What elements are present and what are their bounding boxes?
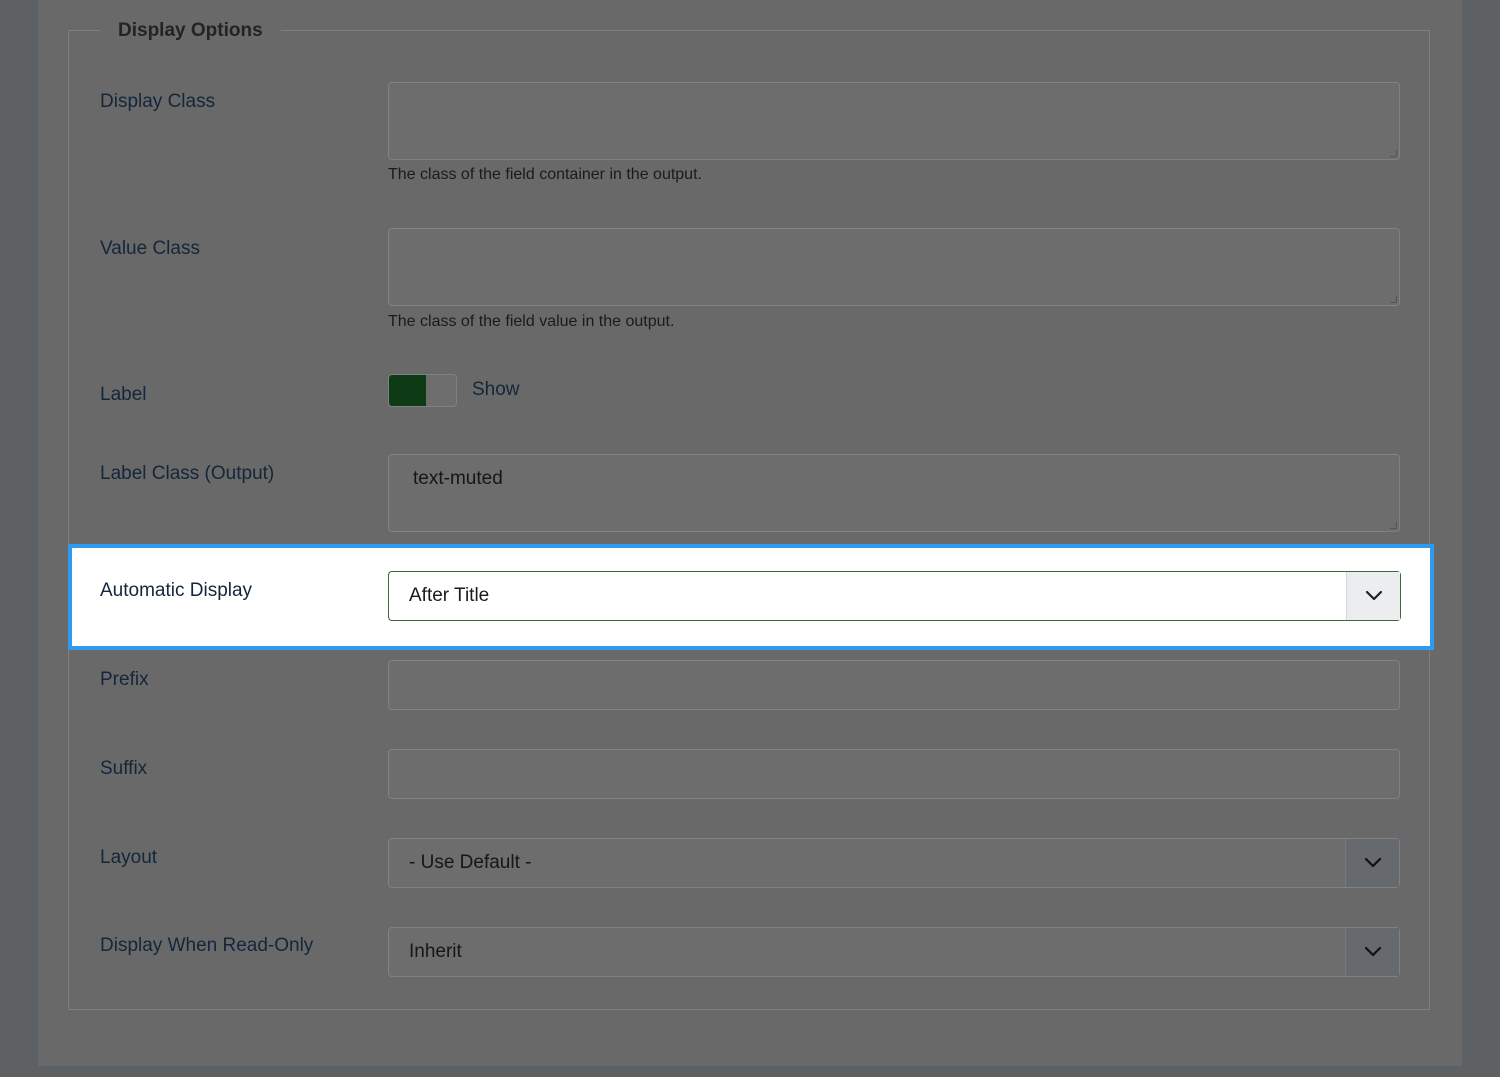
- label-class-label: Label Class (Output): [100, 463, 275, 484]
- suffix-label: Suffix: [100, 758, 148, 779]
- label-toggle-state: Show: [472, 379, 520, 400]
- chevron-down-icon: [1365, 590, 1382, 601]
- fieldset-legend: Display Options: [100, 18, 281, 44]
- display-class-label: Display Class: [100, 91, 216, 112]
- display-class-help: The class of the field container in the …: [388, 166, 702, 183]
- layout-dropdown-button[interactable]: [1345, 839, 1399, 887]
- display-class-textarea[interactable]: [388, 82, 1400, 160]
- value-class-textarea[interactable]: [388, 228, 1400, 306]
- display-readonly-selected: Inherit: [409, 941, 462, 962]
- automatic-display-select[interactable]: After Title: [388, 571, 1401, 621]
- value-class-label: Value Class: [100, 238, 200, 259]
- value-class-help: The class of the field value in the outp…: [388, 313, 675, 330]
- layout-selected: - Use Default -: [409, 852, 532, 873]
- chevron-down-icon: [1364, 857, 1381, 868]
- automatic-display-highlight: Automatic Display After Title: [68, 544, 1434, 650]
- toggle-on-indicator: [389, 375, 426, 406]
- label-show-toggle[interactable]: [388, 374, 457, 407]
- automatic-display-selected: After Title: [409, 585, 490, 606]
- suffix-input[interactable]: [388, 749, 1400, 799]
- display-readonly-select[interactable]: Inherit: [388, 927, 1400, 977]
- chevron-down-icon: [1364, 946, 1381, 957]
- label-class-textarea[interactable]: text-muted: [388, 454, 1400, 532]
- layout-label: Layout: [100, 847, 158, 868]
- layout-select[interactable]: - Use Default -: [388, 838, 1400, 888]
- label-class-value: text-muted: [413, 468, 503, 489]
- label-toggle-label: Label: [100, 384, 147, 405]
- automatic-display-label: Automatic Display: [100, 580, 253, 601]
- display-readonly-dropdown-button[interactable]: [1345, 928, 1399, 976]
- prefix-input[interactable]: [388, 660, 1400, 710]
- automatic-display-dropdown-button[interactable]: [1346, 572, 1400, 620]
- prefix-label: Prefix: [100, 669, 149, 690]
- display-readonly-label: Display When Read-Only: [100, 935, 314, 956]
